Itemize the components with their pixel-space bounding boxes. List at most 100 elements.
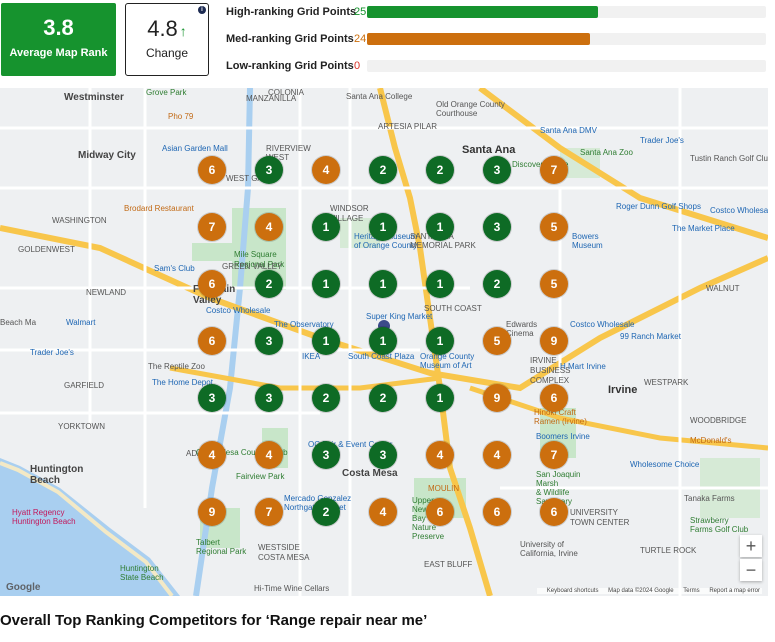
map-label-wholesome-choice: Wholesome Choice <box>630 460 700 469</box>
rank-marker[interactable]: 1 <box>426 327 454 355</box>
google-logo: Google <box>6 582 41 593</box>
map-label-woodbridge: WOODBRIDGE <box>690 416 747 425</box>
rank-marker[interactable]: 3 <box>255 327 283 355</box>
rank-marker[interactable]: 4 <box>255 441 283 469</box>
keyboard-shortcuts-link[interactable]: Keyboard shortcuts <box>547 588 599 594</box>
rank-marker[interactable]: 7 <box>540 156 568 184</box>
rank-marker[interactable]: 2 <box>312 498 340 526</box>
map-label-turtle-rock: TURTLE ROCK <box>640 546 697 555</box>
change-value: 4.8 <box>147 16 178 41</box>
map-label-westside-costa-mesa: WESTSIDE COSTA MESA <box>258 543 310 562</box>
rank-marker[interactable]: 6 <box>198 156 226 184</box>
map-label-pho79: Pho 79 <box>168 112 194 121</box>
rank-marker[interactable]: 7 <box>198 213 226 241</box>
map-label-westpark: WESTPARK <box>644 378 689 387</box>
map-label-h-mart: H Mart Irvine <box>560 362 606 371</box>
map-label-garfield: GARFIELD <box>64 381 105 390</box>
rank-marker[interactable]: 4 <box>255 213 283 241</box>
rank-marker[interactable]: 3 <box>369 441 397 469</box>
rank-marker[interactable]: 3 <box>483 156 511 184</box>
change-card: i 4.8 ↑ Change <box>125 3 209 76</box>
rank-marker[interactable]: 1 <box>426 270 454 298</box>
map-label-bowers: Bowers Museum <box>572 232 603 250</box>
rank-marker[interactable]: 9 <box>198 498 226 526</box>
rank-marker[interactable]: 2 <box>483 270 511 298</box>
change-value-row: 4.8 ↑ <box>126 16 208 42</box>
rank-marker[interactable]: 5 <box>483 327 511 355</box>
med-ranking-row: Med-ranking Grid Points 24 <box>226 30 766 50</box>
zoom-in-button[interactable]: + <box>740 535 762 557</box>
map-label-east-bluff: EAST BLUFF <box>424 560 473 569</box>
map-label-strawberry-farms: Strawberry Farms Golf Club <box>690 516 749 534</box>
rank-marker[interactable]: 1 <box>369 327 397 355</box>
map-label-santa-ana-zoo: Santa Ana Zoo <box>580 148 633 157</box>
rank-marker[interactable]: 6 <box>540 384 568 412</box>
rank-marker[interactable]: 4 <box>426 441 454 469</box>
rank-marker[interactable]: 2 <box>312 384 340 412</box>
rank-marker[interactable]: 5 <box>540 270 568 298</box>
report-map-error-link[interactable]: Report a map error <box>709 588 760 594</box>
rank-marker[interactable]: 2 <box>255 270 283 298</box>
rank-grid-map[interactable]: Westminster Midway City WASHINGTON GOLDE… <box>0 88 768 596</box>
terms-link[interactable]: Terms <box>683 588 699 594</box>
rank-marker[interactable]: 1 <box>312 270 340 298</box>
map-label-goldenwest: GOLDENWEST <box>18 245 75 254</box>
rank-marker[interactable]: 3 <box>312 441 340 469</box>
rank-marker[interactable]: 6 <box>483 498 511 526</box>
map-label-sams-club: Sam's Club <box>154 264 195 273</box>
zoom-out-button[interactable]: − <box>740 559 762 581</box>
rank-marker[interactable]: 4 <box>483 441 511 469</box>
med-ranking-label: Med-ranking Grid Points <box>226 33 354 45</box>
change-label: Change <box>145 46 189 60</box>
rank-marker[interactable]: 2 <box>426 156 454 184</box>
rank-marker[interactable]: 6 <box>540 498 568 526</box>
map-label-costco-irvine: Costco Wholesale <box>570 320 635 329</box>
rank-marker[interactable]: 6 <box>198 270 226 298</box>
map-data-text: Map data ©2024 Google <box>608 588 674 594</box>
map-label-walmart: Walmart <box>66 318 96 327</box>
rank-marker[interactable]: 1 <box>312 213 340 241</box>
rank-marker[interactable]: 7 <box>255 498 283 526</box>
rank-marker[interactable]: 1 <box>369 270 397 298</box>
rank-marker[interactable]: 6 <box>426 498 454 526</box>
rank-marker[interactable]: 5 <box>540 213 568 241</box>
rank-marker[interactable]: 3 <box>255 384 283 412</box>
map-label-oc-museum: Orange County Museum of Art <box>420 352 475 370</box>
rank-marker[interactable]: 3 <box>483 213 511 241</box>
map-label-tustin-ranch: Tustin Ranch Golf Club <box>690 154 768 163</box>
rank-marker[interactable]: 7 <box>540 441 568 469</box>
map-label-santa-ana-college: Santa Ana College <box>346 92 413 101</box>
rank-marker[interactable]: 3 <box>198 384 226 412</box>
rank-marker[interactable]: 9 <box>540 327 568 355</box>
map-label-hi-time: Hi-Time Wine Cellars <box>254 584 330 593</box>
rank-marker[interactable]: 4 <box>198 441 226 469</box>
map-label-santa-ana: Santa Ana <box>462 144 516 156</box>
med-ranking-count: 24 <box>354 33 367 45</box>
rank-marker[interactable]: 4 <box>312 156 340 184</box>
average-map-rank-card: 3.8 Average Map Rank <box>1 3 116 76</box>
map-label-costa-mesa: Costa Mesa <box>342 468 398 479</box>
rank-marker[interactable]: 1 <box>369 213 397 241</box>
rank-marker[interactable]: 3 <box>255 156 283 184</box>
rank-marker[interactable]: 2 <box>369 384 397 412</box>
low-ranking-row: Low-ranking Grid Points 0 <box>226 57 766 77</box>
map-label-hyatt: Hyatt Regency Huntington Beach <box>12 508 76 526</box>
high-ranking-bar <box>367 6 766 18</box>
info-icon[interactable]: i <box>198 6 206 14</box>
rank-marker[interactable]: 4 <box>369 498 397 526</box>
map-label-trader-joes: Trader Joe's <box>30 348 74 357</box>
map-label-mcdonalds: McDonald's <box>690 436 732 445</box>
rank-marker[interactable]: 1 <box>426 384 454 412</box>
map-label-irvine-business-complex: IRVINE BUSINESS COMPLEX <box>530 356 571 385</box>
map-label-green-valley: GREEN VALLEY <box>222 262 283 271</box>
map-label-boomers: Boomers Irvine <box>536 432 590 441</box>
rank-marker[interactable]: 6 <box>198 327 226 355</box>
high-ranking-bar-fill <box>367 6 599 18</box>
map-label-tanaka-farms: Tanaka Farms <box>684 494 735 503</box>
map-label-moulin: MOULIN <box>428 484 460 493</box>
rank-marker[interactable]: 1 <box>426 213 454 241</box>
map-label-costco-wholesale: Costco Wholesale <box>206 306 271 315</box>
rank-marker[interactable]: 1 <box>312 327 340 355</box>
rank-marker[interactable]: 9 <box>483 384 511 412</box>
rank-marker[interactable]: 2 <box>369 156 397 184</box>
